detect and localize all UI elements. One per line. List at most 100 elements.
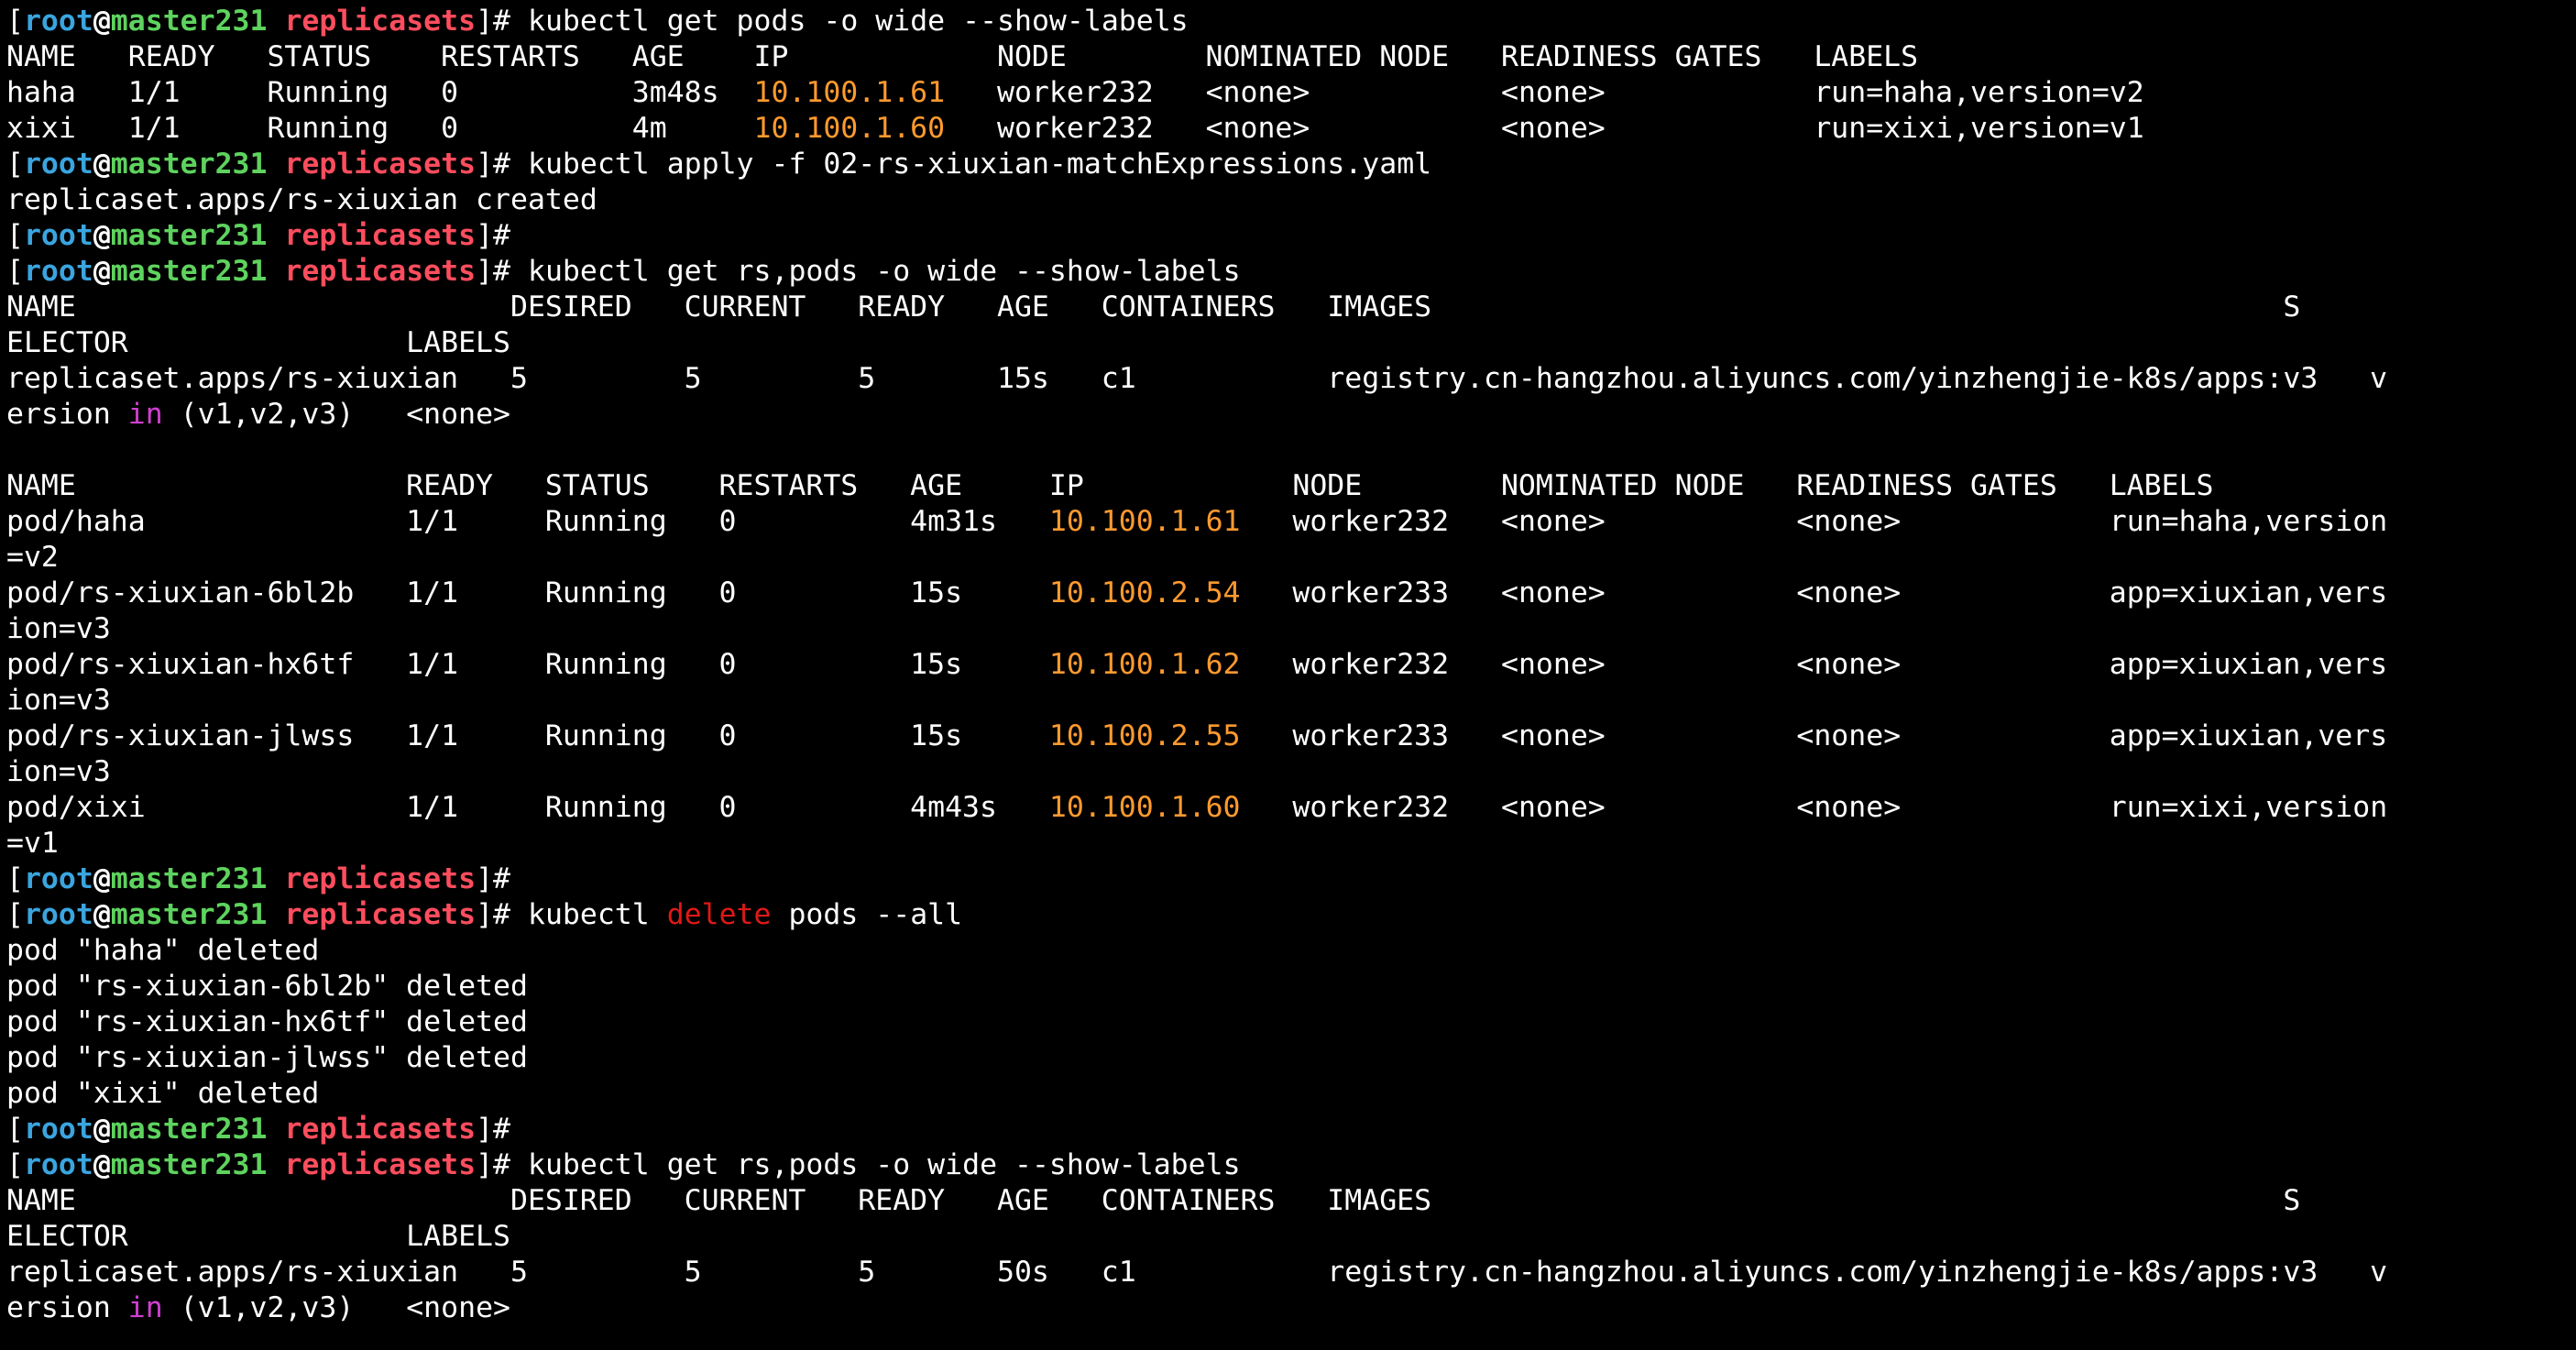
- ip-address: 10.100.2.55: [1048, 719, 1241, 752]
- prompt-dir: replicasets: [284, 255, 477, 288]
- output-text: NAME DESIRED CURRENT READY AGE CONTAINER…: [6, 291, 2301, 324]
- output-text: ersion: [6, 1291, 128, 1324]
- output-line: ersion in (v1,v2,v3) <none>: [6, 1290, 2572, 1326]
- prompt-host: master231: [110, 898, 268, 931]
- prompt-end: ]#: [476, 5, 528, 38]
- prompt-bracket: [: [6, 5, 24, 38]
- prompt-bracket: [: [6, 255, 24, 288]
- output-text: replicaset.apps/rs-xiuxian created: [6, 183, 597, 216]
- command-line: [root@master231 replicasets]# kubectl ge…: [6, 1147, 2572, 1183]
- prompt-bracket: [: [6, 862, 24, 895]
- prompt-user: root: [23, 898, 93, 931]
- output-text: pod "rs-xiuxian-6bl2b" deleted: [6, 970, 528, 1003]
- output-text: worker232 <none> <none> run=haha,version…: [945, 76, 2144, 109]
- prompt-user: root: [23, 255, 93, 288]
- output-text: pod "xixi" deleted: [6, 1077, 320, 1110]
- output-text: worker233 <none> <none> app=xiuxian,vers: [1240, 576, 2388, 609]
- output-line: pod "xixi" deleted: [6, 1076, 2572, 1112]
- output-line: NAME DESIRED CURRENT READY AGE CONTAINER…: [6, 1183, 2572, 1219]
- prompt-end: ]#: [476, 219, 528, 252]
- output-line: =v2: [6, 540, 2572, 576]
- prompt-dir: replicasets: [284, 148, 477, 181]
- command-line: [root@master231 replicasets]#: [6, 1112, 2572, 1147]
- output-line: pod "rs-xiuxian-jlwss" deleted: [6, 1040, 2572, 1076]
- prompt-host: master231: [110, 255, 268, 288]
- command-text: kubectl: [527, 898, 667, 931]
- prompt-host: master231: [110, 1113, 268, 1146]
- command-line: [root@master231 replicasets]#: [6, 862, 2572, 897]
- prompt-dir: replicasets: [284, 898, 477, 931]
- prompt-bracket: [: [6, 219, 24, 252]
- output-line: ersion in (v1,v2,v3) <none>: [6, 397, 2572, 433]
- prompt-bracket: [: [6, 898, 24, 931]
- prompt-dir: replicasets: [284, 5, 477, 38]
- output-text: NAME DESIRED CURRENT READY AGE CONTAINER…: [6, 1184, 2301, 1217]
- prompt-user: root: [23, 219, 93, 252]
- output-line: ELECTOR LABELS: [6, 325, 2572, 361]
- selector-keyword: in: [127, 1291, 163, 1324]
- output-text: pod "rs-xiuxian-hx6tf" deleted: [6, 1005, 528, 1038]
- command-line: [root@master231 replicasets]#: [6, 218, 2572, 254]
- command-line: [root@master231 replicasets]# kubectl ge…: [6, 254, 2572, 290]
- prompt-user: root: [23, 148, 93, 181]
- prompt-bracket: [: [6, 1113, 24, 1146]
- prompt-host: master231: [110, 148, 268, 181]
- terminal-window[interactable]: [root@master231 replicasets]# kubectl ge…: [0, 0, 2576, 1350]
- ip-address: 10.100.2.54: [1048, 576, 1241, 609]
- output-line: replicaset.apps/rs-xiuxian 5 5 5 15s c1 …: [6, 361, 2572, 397]
- command-text: kubectl get rs,pods -o wide --show-label…: [527, 1148, 1241, 1181]
- output-text: ELECTOR LABELS: [6, 326, 510, 359]
- output-text: NAME READY STATUS RESTARTS AGE IP NODE N…: [6, 40, 1919, 73]
- output-line: ion=v3: [6, 754, 2572, 790]
- prompt-host: master231: [110, 862, 268, 895]
- command-line: [root@master231 replicasets]# kubectl de…: [6, 897, 2572, 933]
- output-line: pod/rs-xiuxian-hx6tf 1/1 Running 0 15s 1…: [6, 647, 2572, 683]
- output-text: =v2: [6, 541, 59, 574]
- prompt-at: @: [93, 898, 111, 931]
- output-text: replicaset.apps/rs-xiuxian 5 5 5 50s c1 …: [6, 1256, 2388, 1289]
- output-text: ELECTOR LABELS: [6, 1220, 510, 1253]
- output-line: pod/rs-xiuxian-jlwss 1/1 Running 0 15s 1…: [6, 719, 2572, 754]
- output-text: worker232 <none> <none> run=xixi,version…: [945, 112, 2144, 145]
- output-text: replicaset.apps/rs-xiuxian 5 5 5 15s c1 …: [6, 362, 2388, 395]
- output-line: NAME READY STATUS RESTARTS AGE IP NODE N…: [6, 39, 2572, 75]
- output-line: xixi 1/1 Running 0 4m 10.100.1.60 worker…: [6, 111, 2572, 147]
- prompt-at: @: [93, 862, 111, 895]
- prompt-dir: replicasets: [284, 862, 477, 895]
- output-text: =v1: [6, 827, 59, 860]
- output-text: NAME READY STATUS RESTARTS AGE IP NODE N…: [6, 469, 2214, 502]
- output-text: worker232 <none> <none> run=xixi,version: [1240, 791, 2388, 824]
- output-text: pod/xixi 1/1 Running 0 4m43s: [6, 791, 1049, 824]
- command-text: kubectl get rs,pods -o wide --show-label…: [527, 255, 1241, 288]
- output-line: NAME DESIRED CURRENT READY AGE CONTAINER…: [6, 290, 2572, 325]
- output-text: pod/rs-xiuxian-jlwss 1/1 Running 0 15s: [6, 719, 1049, 752]
- output-line: =v1: [6, 826, 2572, 862]
- output-line: haha 1/1 Running 0 3m48s 10.100.1.61 wor…: [6, 75, 2572, 111]
- output-text: ion=v3: [6, 684, 111, 717]
- output-line: NAME READY STATUS RESTARTS AGE IP NODE N…: [6, 468, 2572, 504]
- prompt-end: ]#: [476, 1113, 528, 1146]
- output-text: ersion: [6, 398, 128, 431]
- output-line: replicaset.apps/rs-xiuxian created: [6, 182, 2572, 218]
- output-line: ion=v3: [6, 611, 2572, 647]
- output-text: ion=v3: [6, 612, 111, 645]
- output-text: haha 1/1 Running 0 3m48s: [6, 76, 754, 109]
- prompt-user: root: [23, 862, 93, 895]
- output-text: worker232 <none> <none> app=xiuxian,vers: [1240, 648, 2388, 681]
- selector-keyword: in: [127, 398, 163, 431]
- prompt-host: master231: [110, 219, 268, 252]
- output-line: pod "rs-xiuxian-6bl2b" deleted: [6, 969, 2572, 1004]
- prompt-end: ]#: [476, 255, 528, 288]
- output-line: ion=v3: [6, 683, 2572, 719]
- prompt-bracket: [: [6, 1148, 24, 1181]
- prompt-dir: replicasets: [284, 219, 477, 252]
- command-line: [root@master231 replicasets]# kubectl ap…: [6, 147, 2572, 182]
- prompt-host: master231: [110, 1148, 268, 1181]
- output-text: pod/haha 1/1 Running 0 4m31s: [6, 505, 1049, 538]
